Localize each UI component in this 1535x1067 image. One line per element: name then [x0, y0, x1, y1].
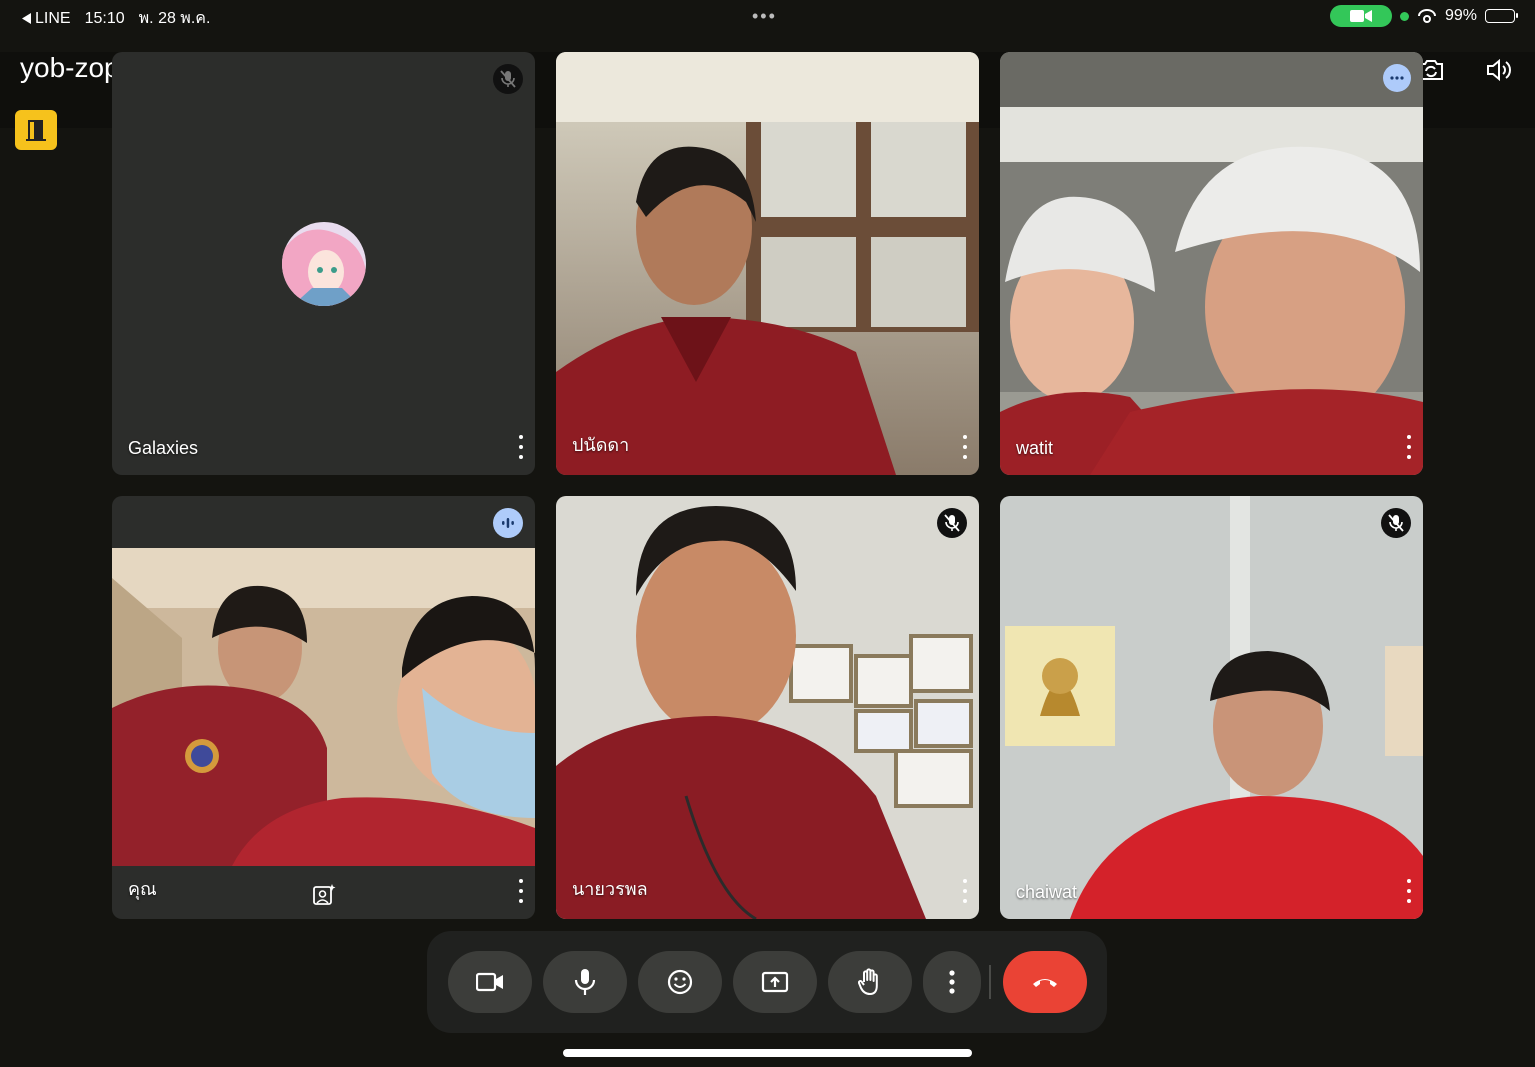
more-options-icon[interactable] [1405, 879, 1413, 903]
end-call-button[interactable] [1003, 951, 1087, 1013]
camera-toggle-button[interactable] [448, 951, 532, 1013]
participant-video [1000, 496, 1423, 919]
visual-effects-button[interactable] [312, 883, 336, 907]
video-camera-icon [1349, 10, 1372, 22]
more-options-icon[interactable] [517, 435, 525, 459]
door-icon [26, 120, 46, 141]
multitasking-dots-icon[interactable]: ••• [752, 6, 777, 27]
present-screen-button[interactable] [733, 951, 817, 1013]
back-triangle-icon [22, 13, 31, 24]
avatar [282, 222, 366, 306]
visual-effects-icon [313, 884, 336, 905]
muted-badge [937, 508, 967, 538]
mic-off-icon [944, 514, 960, 532]
speaker-icon [1487, 58, 1511, 82]
battery-icon [1485, 9, 1518, 23]
home-indicator[interactable] [563, 1049, 972, 1057]
camera-active-dot [1399, 11, 1409, 21]
participant-video [556, 52, 979, 475]
camera-icon [476, 972, 503, 992]
ellipsis-icon [1390, 76, 1404, 80]
controls-divider [989, 965, 991, 999]
speaking-badge [493, 508, 523, 538]
more-options-icon[interactable] [961, 879, 969, 903]
wifi-link-icon [1417, 9, 1436, 23]
battery-percentage: 99% [1444, 7, 1477, 24]
audio-level-icon [502, 518, 514, 528]
participant-name: chaiwat [1016, 882, 1078, 902]
mic-off-icon [1388, 514, 1404, 532]
back-to-app-link[interactable]: LINE [22, 10, 71, 28]
participant-tile[interactable]: นายวรพล [556, 496, 979, 919]
microphone-toggle-button[interactable] [543, 951, 627, 1013]
door-button[interactable] [15, 110, 57, 150]
participant-name: watit [1016, 438, 1054, 458]
status-bar: LINE 15:10 พ. 28 พ.ค. ••• 99% [0, 0, 1535, 32]
back-app-label: LINE [35, 9, 71, 27]
present-screen-icon [761, 971, 789, 993]
call-controls-bar [427, 931, 1107, 1033]
raise-hand-button[interactable] [828, 951, 912, 1013]
participant-tile[interactable]: ปนัดดา [556, 52, 979, 475]
more-options-icon[interactable] [1405, 435, 1413, 459]
muted-badge [493, 64, 523, 94]
participant-tile[interactable]: watit [1000, 52, 1423, 475]
more-options-button[interactable] [923, 951, 981, 1013]
mic-off-icon [500, 70, 516, 88]
self-tile[interactable]: คุณ [112, 496, 535, 919]
self-video [112, 548, 535, 866]
microphone-icon [574, 969, 596, 995]
status-time: 15:10 [84, 9, 125, 27]
participant-name: นายวรพล [572, 879, 648, 899]
muted-badge [1381, 508, 1411, 538]
emoji-icon [667, 969, 693, 995]
raise-hand-icon [858, 968, 878, 995]
speaker-button[interactable] [1484, 55, 1514, 85]
participant-name: คุณ [128, 879, 157, 899]
more-options-icon [949, 970, 955, 994]
participant-name: ปนัดดา [572, 435, 630, 455]
participant-tile[interactable]: chaiwat [1000, 496, 1423, 919]
more-options-icon[interactable] [517, 879, 525, 903]
more-options-icon[interactable] [961, 435, 969, 459]
end-call-icon [1033, 979, 1057, 987]
camera-in-use-indicator[interactable] [1329, 5, 1392, 27]
participant-video [1000, 52, 1423, 475]
participant-name: Galaxies [128, 438, 199, 458]
more-indicator-badge[interactable] [1383, 64, 1411, 92]
participant-tile[interactable]: Galaxies [112, 52, 535, 475]
status-date: พ. 28 พ.ค. [138, 10, 211, 27]
reactions-button[interactable] [638, 951, 722, 1013]
participant-video [556, 496, 979, 919]
